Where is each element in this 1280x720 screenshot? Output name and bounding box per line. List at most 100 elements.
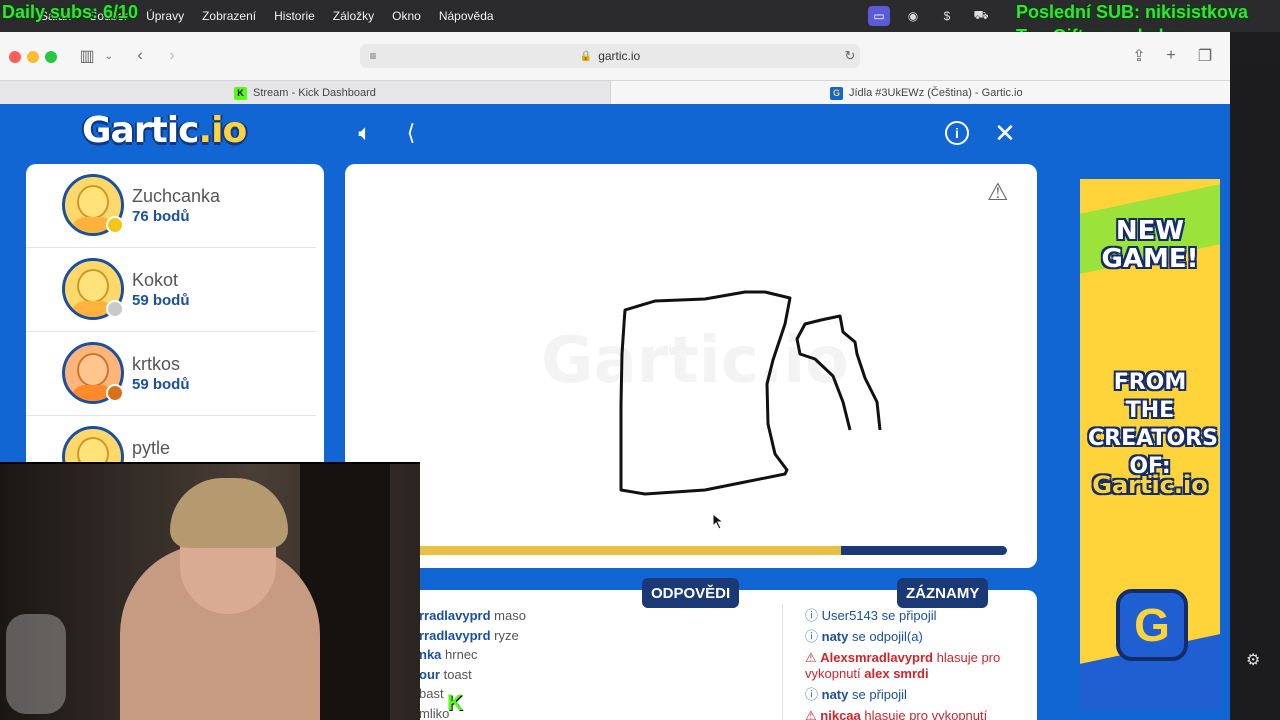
- sound-icon[interactable]: 🔈︎: [350, 118, 380, 148]
- share-icon[interactable]: ⇪: [1130, 45, 1148, 67]
- minimize-window-button[interactable]: [27, 51, 39, 63]
- car-icon[interactable]: ⛟: [970, 6, 992, 26]
- logo-suffix: .io: [198, 110, 247, 151]
- drawing-strokes: [619, 290, 882, 530]
- reload-icon[interactable]: ↻: [842, 45, 858, 67]
- zoom-window-button[interactable]: [45, 51, 57, 63]
- last-sub-overlay: Poslední SUB: nikisistkova: [1016, 2, 1249, 22]
- bronze-medal-icon: [106, 384, 124, 402]
- log-user: naty: [821, 629, 849, 644]
- answer-word: ryze: [494, 627, 519, 643]
- tab-kick-dashboard[interactable]: K Stream - Kick Dashboard: [234, 81, 376, 105]
- player-row[interactable]: krtkos 59 bodů: [26, 332, 316, 416]
- gold-medal-icon: [106, 216, 124, 234]
- address-bar[interactable]: 🔒 gartic.io: [360, 44, 860, 68]
- info-icon: ⓘ: [805, 687, 819, 702]
- answer-word: mliko: [419, 705, 450, 720]
- player-points: 59 bodů: [132, 292, 190, 309]
- answer-item: rradlavyprd ryze: [419, 628, 779, 648]
- log-text: se připojil: [852, 687, 907, 702]
- dollar-icon[interactable]: $: [936, 6, 958, 26]
- ad-brand: Gartic.io: [1092, 471, 1208, 499]
- warning-icon: ⚠: [805, 708, 817, 720]
- answer-word: toast: [443, 666, 472, 682]
- stroke-box: [619, 290, 792, 496]
- player-row[interactable]: Zuchcanka 76 bodů: [26, 164, 316, 248]
- menu-napoveda[interactable]: Nápověda: [439, 9, 494, 23]
- gartic-favicon-icon: G: [830, 86, 843, 100]
- lock-icon: 🔒: [579, 50, 593, 62]
- forward-icon[interactable]: ›: [162, 45, 182, 67]
- log-item: ⓘ User5143 se připojil: [805, 608, 1025, 624]
- screen-share-icon[interactable]: ▭: [868, 6, 890, 26]
- safari-toolbar: ▥ ⌄ ‹ › 🔒 gartic.io ≡ ↻ ⇪ + ❐: [0, 32, 1230, 80]
- info-icon: ⓘ: [805, 608, 819, 623]
- kick-logo-icon: K: [447, 690, 463, 715]
- log-text: se odpojil(a): [852, 629, 923, 644]
- tab-label: Jídla #3UkEWz (Čeština) - Gartic.io: [849, 87, 1023, 99]
- close-icon[interactable]: ✕: [990, 118, 1020, 148]
- answer-user: rradlavyprd: [419, 608, 491, 623]
- player-name: Kokot: [132, 270, 179, 290]
- back-icon[interactable]: ‹: [130, 45, 150, 67]
- gear-icon[interactable]: ⚙: [1246, 650, 1260, 670]
- gartic-logo[interactable]: Gartic.io: [82, 110, 247, 151]
- tab-label: Stream - Kick Dashboard: [253, 87, 376, 99]
- answers-tab[interactable]: ODPOVĚDI: [642, 578, 740, 608]
- glass-jar: [6, 614, 66, 714]
- player-name: krtkos: [132, 354, 181, 374]
- menu-historie[interactable]: Historie: [274, 9, 315, 23]
- side-panel: [1230, 64, 1280, 720]
- player-points: 76 bodů: [132, 208, 190, 225]
- player-name: Zuchcanka: [132, 186, 221, 206]
- info-icon[interactable]: i: [945, 121, 969, 145]
- answer-item: rradlavyprd maso: [419, 608, 779, 628]
- answer-item: bast: [419, 686, 779, 706]
- report-warning-icon[interactable]: ⚠: [987, 178, 1017, 206]
- log-item: ⚠ nikcaa hlasuje pro vykopnutí: [805, 708, 1025, 720]
- answers-list: rradlavyprd maso rradlavyprd ryze nka hr…: [419, 608, 779, 720]
- tab-bar: K Stream - Kick Dashboard ✕ G Jídla #3Uk…: [0, 80, 1230, 105]
- log-target: alex smrdi: [864, 666, 929, 681]
- obs-icon[interactable]: ◉: [902, 6, 924, 26]
- answer-word: hrnec: [445, 647, 478, 662]
- menu-okno[interactable]: Okno: [392, 9, 421, 23]
- log-item: ⓘ naty se připojil: [805, 687, 1025, 703]
- chevron-down-icon[interactable]: ⌄: [102, 45, 116, 67]
- records-tab[interactable]: ZÁZNAMY: [897, 578, 989, 608]
- ad-banner[interactable]: NEW GAME! FROM THE CREATORS OF: Gartic.i…: [1080, 179, 1220, 709]
- answer-item: nka hrnec: [419, 647, 779, 667]
- ad-subline: FROM THE CREATORS OF:: [1088, 370, 1218, 479]
- daily-subs-overlay: Daily subs: 6/10: [2, 2, 139, 22]
- avatar: [62, 426, 124, 464]
- tab-gartic[interactable]: G Jídla #3UkEWz (Čeština) - Gartic.io: [830, 81, 1023, 105]
- page-menu-icon[interactable]: ≡: [366, 45, 380, 67]
- sidebar-toggle-icon[interactable]: ▥: [76, 45, 98, 67]
- stroke-handle: [795, 314, 882, 431]
- log-user: naty: [821, 687, 849, 702]
- mouse-cursor-icon: [712, 512, 725, 530]
- menu-zalozky[interactable]: Záložky: [333, 9, 374, 23]
- menu-zobrazeni[interactable]: Zobrazení: [202, 9, 256, 23]
- menu-upravy[interactable]: Úpravy: [146, 9, 184, 23]
- share-icon[interactable]: ⟨: [396, 118, 426, 148]
- ad-headline: NEW GAME!: [1101, 216, 1199, 274]
- player-row[interactable]: pytle: [26, 416, 316, 464]
- player-points: 59 bodů: [132, 376, 190, 393]
- url-text: gartic.io: [598, 49, 641, 63]
- player-row[interactable]: Kokot 59 bodů: [26, 248, 316, 332]
- new-tab-icon[interactable]: +: [1162, 45, 1180, 67]
- warning-icon: ⚠: [805, 650, 817, 665]
- timer-fill: [415, 546, 842, 555]
- tab-overview-icon[interactable]: ❐: [1196, 45, 1214, 67]
- answer-item: mliko: [419, 706, 779, 720]
- records-list: ⓘ User5143 se připojil ⓘ naty se odpojil…: [805, 608, 1025, 720]
- log-user: nikcaa: [820, 708, 861, 720]
- close-window-button[interactable]: [9, 51, 21, 63]
- kick-favicon-icon: K: [234, 86, 247, 100]
- answer-word: bast: [419, 686, 444, 701]
- answer-user: rradlavyprd: [419, 627, 491, 643]
- silver-medal-icon: [106, 300, 124, 318]
- drawing-canvas[interactable]: Gartic.io ⚠: [345, 164, 1037, 568]
- answer-item: our toast: [419, 667, 779, 687]
